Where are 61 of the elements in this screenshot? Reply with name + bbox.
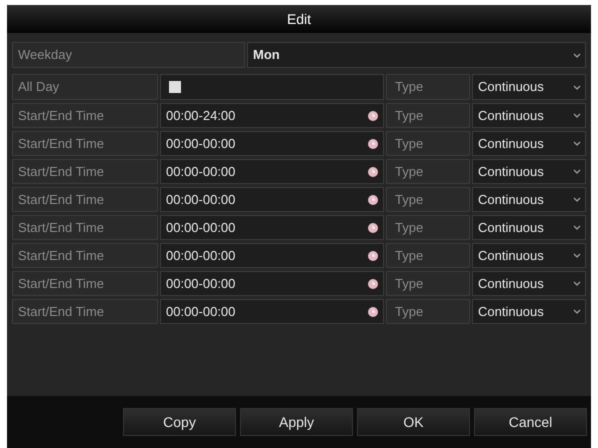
type-label: Type: [386, 243, 470, 268]
time-range-field[interactable]: 00:00-00:00: [160, 243, 384, 268]
weekday-label: Weekday: [12, 42, 245, 68]
all-day-label: All Day: [12, 74, 158, 100]
type-dropdown[interactable]: Continuous: [472, 271, 586, 296]
clock-icon[interactable]: [368, 166, 378, 176]
dialog-button[interactable]: Cancel: [474, 408, 587, 436]
clock-icon[interactable]: [368, 222, 378, 232]
type-label: Type: [386, 299, 470, 324]
time-range-field[interactable]: 00:00-00:00: [160, 299, 384, 324]
caret-icon: [573, 225, 581, 230]
time-range-field[interactable]: 00:00-00:00: [160, 271, 384, 296]
dialog-button[interactable]: Copy: [123, 408, 236, 436]
start-end-time-label: Start/End Time: [12, 159, 158, 184]
clock-icon[interactable]: [368, 250, 378, 260]
type-label: Type: [386, 74, 470, 100]
start-end-time-label: Start/End Time: [12, 271, 158, 296]
type-dropdown[interactable]: Continuous: [472, 159, 586, 184]
time-range-field[interactable]: 00:00-00:00: [160, 131, 384, 156]
time-range-field[interactable]: 00:00-00:00: [160, 159, 384, 184]
caret-icon: [573, 253, 581, 258]
dialog-button[interactable]: OK: [357, 408, 470, 436]
clock-icon[interactable]: [368, 138, 378, 148]
type-label: Type: [386, 159, 470, 184]
caret-icon: [573, 169, 581, 174]
type-label: Type: [386, 215, 470, 240]
caret-icon: [573, 281, 581, 286]
caret-icon: [573, 309, 581, 314]
time-range-field[interactable]: 00:00-00:00: [160, 187, 384, 212]
all-day-checkbox[interactable]: [169, 81, 181, 93]
caret-icon: [573, 113, 581, 118]
type-dropdown[interactable]: Continuous: [472, 215, 586, 240]
time-range-field[interactable]: 00:00-24:00: [160, 103, 384, 128]
type-label: Type: [386, 131, 470, 156]
caret-icon: [573, 197, 581, 202]
type-label: Type: [386, 103, 470, 128]
start-end-time-label: Start/End Time: [12, 215, 158, 240]
caret-icon: [573, 141, 581, 146]
clock-icon[interactable]: [368, 306, 378, 316]
clock-icon[interactable]: [368, 110, 378, 120]
caret-icon: [573, 84, 581, 90]
window-title: Edit: [7, 5, 591, 33]
start-end-time-label: Start/End Time: [12, 103, 158, 128]
clock-icon[interactable]: [368, 278, 378, 288]
start-end-time-label: Start/End Time: [12, 243, 158, 268]
type-label: Type: [386, 187, 470, 212]
type-dropdown[interactable]: Continuous: [472, 187, 586, 212]
start-end-time-label: Start/End Time: [12, 299, 158, 324]
start-end-time-label: Start/End Time: [12, 187, 158, 212]
type-dropdown[interactable]: Continuous: [472, 131, 586, 156]
weekday-dropdown[interactable]: Mon: [247, 42, 586, 68]
type-label: Type: [386, 271, 470, 296]
caret-icon: [573, 52, 581, 58]
type-dropdown[interactable]: Continuous: [472, 74, 586, 100]
type-dropdown[interactable]: Continuous: [472, 243, 586, 268]
dialog-button[interactable]: Apply: [240, 408, 353, 436]
clock-icon[interactable]: [368, 194, 378, 204]
type-dropdown[interactable]: Continuous: [472, 299, 586, 324]
start-end-time-label: Start/End Time: [12, 131, 158, 156]
time-range-field[interactable]: 00:00-00:00: [160, 215, 384, 240]
type-dropdown[interactable]: Continuous: [472, 103, 586, 128]
